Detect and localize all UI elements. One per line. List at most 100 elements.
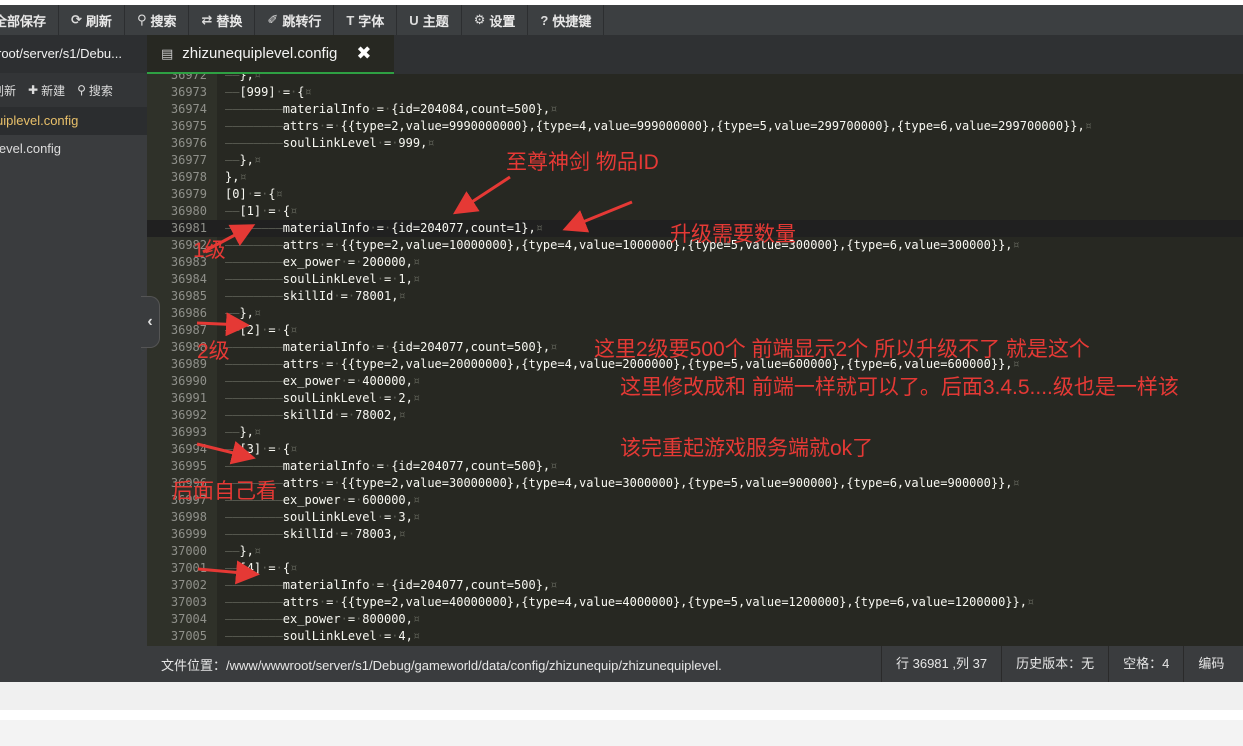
annotation-level1: 1级	[193, 239, 226, 262]
code-line[interactable]: 37005 ————————soulLinkLevel·=·4,¤	[147, 628, 1243, 645]
line-number: 37004	[170, 612, 207, 626]
toolbar-search-button[interactable]: ⚲ 搜索	[125, 5, 190, 35]
line-number: 36992	[170, 408, 207, 422]
toolbar-label: 字体	[358, 13, 385, 29]
toolbar-label: 全部保存	[0, 13, 47, 29]
replace-icon: ⇄	[201, 12, 213, 27]
code-line[interactable]: 36980 ——[1]·=·{¤	[147, 203, 1243, 220]
annotation-item-id: 至尊神剑 物品ID	[506, 151, 659, 174]
line-number: 36991	[170, 391, 207, 405]
line-number: 36981	[170, 221, 207, 235]
toolbar-replace-button[interactable]: ⇄ 替换	[189, 5, 256, 35]
toolbar-theme-button[interactable]: U 主题	[397, 5, 462, 35]
line-number: 36973	[170, 85, 207, 99]
line-number: 36974	[170, 102, 207, 116]
status-indent[interactable]: 空格：4	[1108, 646, 1183, 682]
code-text: ————————ex_power·=·800000,¤	[225, 612, 421, 626]
code-line[interactable]: 36986 ——},¤	[147, 305, 1243, 322]
status-encoding[interactable]: 编码	[1183, 646, 1238, 682]
code-line[interactable]: 36974 ————————materialInfo·=·{id=204084,c…	[147, 101, 1243, 118]
code-line[interactable]: 36973 ——[999]·=·{¤	[147, 84, 1243, 101]
search-icon: ⚲	[136, 12, 147, 27]
file-sidebar: root/server/s1/Debu... 刷新 ✚新建 ⚲搜索 uiplevel…	[0, 35, 147, 682]
code-text: ————————soulLinkLevel·=·3,¤	[225, 510, 421, 524]
sidebar-search-button[interactable]: ⚲ 搜索	[77, 82, 113, 99]
code-text: ——[999]·=·{¤	[225, 85, 312, 99]
line-number: 36984	[170, 272, 207, 286]
toolbar-font-button[interactable]: T 字体	[334, 5, 398, 35]
code-line[interactable]: 36978},¤	[147, 169, 1243, 186]
code-line[interactable]: 37004 ————————ex_power·=·800000,¤	[147, 611, 1243, 628]
refresh-icon: ⟳	[71, 12, 82, 27]
code-line[interactable]: 36995 ————————materialInfo·=·{id=204077,c…	[147, 458, 1243, 475]
toolbar-goto-line-button[interactable]: ✐ 跳转行	[255, 5, 335, 35]
line-number: 36980	[170, 204, 207, 218]
line-number: 36999	[170, 527, 207, 541]
code-text: ————————materialInfo·=·{id=204077,count=…	[225, 221, 543, 235]
sidebar-action-label: 刷新	[0, 83, 17, 98]
annotation-note1: 这里2级要500个 前端显示2个 所以升级不了 就是这个	[594, 338, 1090, 361]
plus-icon: ✚	[28, 83, 39, 97]
code-line[interactable]: 36976 ————————soulLinkLevel·=·999,¤	[147, 135, 1243, 152]
tab-zhizunequiplevel[interactable]: ▤ zhizunequiplevel.config ✖	[147, 35, 394, 74]
sidebar-file-list: uiplevel.config level.config	[0, 107, 147, 163]
sidebar-plus-button[interactable]: ✚ 新建	[28, 82, 65, 99]
toolbar-gear-button[interactable]: ⚙ 设置	[462, 5, 529, 35]
code-text: ————————skillId·=·78003,¤	[225, 527, 406, 541]
toolbar-save-button[interactable]: 全部保存	[0, 5, 60, 35]
editor-toolbar: 全部保存 ⟳ 刷新 ⚲ 搜索 ⇄ 替换 ✐ 跳转行 T 字体 U 主题 ⚙ 设置? 快捷键	[0, 5, 1243, 35]
status-history[interactable]: 历史版本：无	[1001, 646, 1108, 682]
code-line[interactable]: 36977 ——},¤	[147, 152, 1243, 169]
line-number: 36995	[170, 459, 207, 473]
help-icon: ?	[540, 12, 549, 28]
code-text: ——},¤	[225, 306, 262, 320]
sidebar-refresh-button[interactable]: 刷新	[0, 82, 16, 99]
line-number: 37001	[170, 561, 207, 575]
search-icon: ⚲	[77, 83, 86, 97]
line-number: 36975	[170, 119, 207, 133]
code-line[interactable]: 36999 ————————skillId·=·78003,¤	[147, 526, 1243, 543]
code-text: ————————attrs·=·{{type=2,value=999000000…	[225, 119, 1092, 133]
code-text: ————————materialInfo·=·{id=204077,count=…	[225, 578, 558, 592]
toolbar-label: 搜索	[150, 13, 177, 29]
line-number: 36993	[170, 425, 207, 439]
status-file-path: 文件位置：/www/wwwroot/server/s1/Debug/gamewo…	[161, 657, 722, 673]
code-line[interactable]: 36985 ————————skillId·=·78001,¤	[147, 288, 1243, 305]
toolbar-label: 替换	[216, 13, 243, 29]
sidebar-path[interactable]: root/server/s1/Debu...	[0, 35, 147, 73]
code-text: ————————soulLinkLevel·=·999,¤	[225, 136, 435, 150]
line-number: 36978	[170, 170, 207, 184]
collapse-sidebar-button[interactable]: ‹	[141, 296, 160, 348]
code-line[interactable]: 36997 ————————ex_power·=·600000,¤	[147, 492, 1243, 509]
close-icon[interactable]: ✖	[356, 43, 371, 64]
code-line[interactable]: 37003 ————————attrs·=·{{type=2,value=4000…	[147, 594, 1243, 611]
status-cursor[interactable]: 行 36981 ,列 37	[881, 646, 1001, 682]
line-number: 36976	[170, 136, 207, 150]
code-text: ————————soulLinkLevel·=·2,¤	[225, 391, 421, 405]
code-text: ————————attrs·=·{{type=2,value=30000000}…	[225, 476, 1020, 490]
code-line[interactable]: 36984 ————————soulLinkLevel·=·1,¤	[147, 271, 1243, 288]
sidebar-file-item[interactable]: level.config	[0, 135, 147, 163]
code-text: ——},¤	[225, 74, 262, 82]
code-line[interactable]: 36975 ————————attrs·=·{{type=2,value=9990…	[147, 118, 1243, 135]
code-line[interactable]: 36972 ——},¤	[147, 74, 1243, 84]
code-line[interactable]: 36998 ————————soulLinkLevel·=·3,¤	[147, 509, 1243, 526]
toolbar-help-button[interactable]: ? 快捷键	[528, 5, 605, 35]
code-text: ————————materialInfo·=·{id=204084,count=…	[225, 102, 558, 116]
file-icon: ▤	[161, 45, 174, 61]
line-number: 36972	[170, 74, 207, 82]
code-line[interactable]: 36992 ————————skillId·=·78002,¤	[147, 407, 1243, 424]
code-line[interactable]: 37001 ——[4]·=·{¤	[147, 560, 1243, 577]
code-line[interactable]: 36996 ————————attrs·=·{{type=2,value=3000…	[147, 475, 1243, 492]
code-line[interactable]: 37000 ——},¤	[147, 543, 1243, 560]
code-line[interactable]: 36979 [0]·=·{¤	[147, 186, 1243, 203]
sidebar-file-item[interactable]: uiplevel.config	[0, 107, 147, 135]
code-line[interactable]: 36983 ————————ex_power·=·200000,¤	[147, 254, 1243, 271]
code-line[interactable]: 37002 ————————materialInfo·=·{id=204077,c…	[147, 577, 1243, 594]
line-number: 37005	[170, 629, 207, 643]
code-line[interactable]: 36987 ——[2]·=·{¤	[147, 322, 1243, 339]
toolbar-refresh-button[interactable]: ⟳ 刷新	[59, 5, 125, 35]
toolbar-label: 设置	[489, 13, 516, 29]
page-gap	[0, 682, 1243, 710]
tab-bar: ▤ zhizunequiplevel.config ✖	[147, 35, 1243, 74]
